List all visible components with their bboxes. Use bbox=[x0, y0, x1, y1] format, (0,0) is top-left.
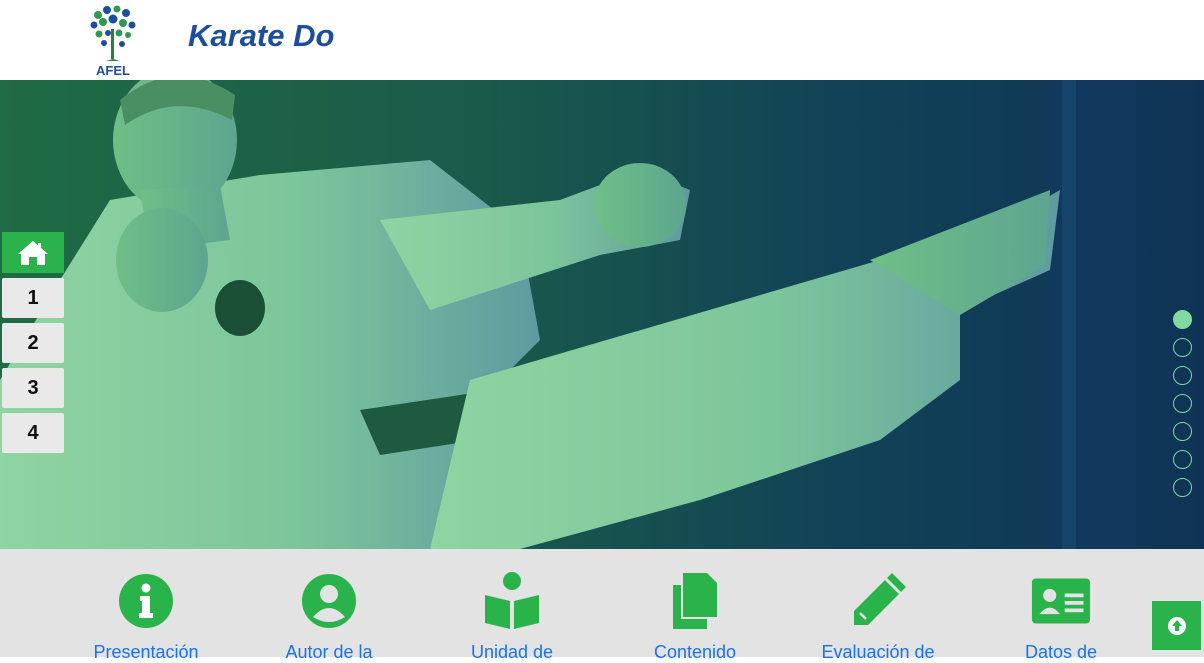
slider-dots bbox=[1173, 310, 1193, 506]
home-button[interactable] bbox=[2, 232, 64, 273]
menu-label: Evaluación de bbox=[821, 642, 935, 662]
menu-item-unidad[interactable]: Unidad de bbox=[422, 549, 602, 662]
karate-kick-image bbox=[0, 80, 1136, 549]
nav-item-4[interactable]: 4 bbox=[2, 413, 64, 453]
menu-item-contenido[interactable]: Contenido bbox=[605, 549, 785, 662]
section-menu: Presentación Autor de la Unidad de Conte… bbox=[0, 549, 1204, 662]
page-title: Karate Do bbox=[188, 18, 335, 53]
slider-dot[interactable] bbox=[1173, 478, 1192, 497]
menu-item-autor[interactable]: Autor de la bbox=[239, 549, 419, 662]
tree-logo-icon bbox=[90, 5, 136, 61]
info-circle-icon bbox=[119, 574, 173, 628]
slider-dot[interactable] bbox=[1173, 310, 1192, 329]
menu-label: Autor de la bbox=[285, 642, 373, 662]
menu-label: Contenido bbox=[653, 642, 737, 662]
slider-dot[interactable] bbox=[1173, 422, 1192, 441]
menu-item-evaluacion[interactable]: Evaluación de bbox=[788, 549, 968, 662]
hero-banner bbox=[0, 80, 1204, 549]
logo-text: AFEL bbox=[96, 63, 130, 78]
arrow-up-circle-icon bbox=[1167, 616, 1186, 635]
user-circle-icon bbox=[302, 574, 356, 628]
menu-item-presentacion[interactable]: Presentación bbox=[56, 549, 236, 662]
menu-label: Datos de bbox=[1024, 642, 1098, 662]
scroll-top-button[interactable] bbox=[1152, 601, 1201, 650]
slider-dot[interactable] bbox=[1173, 366, 1192, 385]
slider-dot[interactable] bbox=[1173, 450, 1192, 469]
menu-item-datos[interactable]: Datos de bbox=[971, 549, 1151, 662]
nav-item-1[interactable]: 1 bbox=[2, 278, 64, 318]
afel-logo[interactable]: AFEL bbox=[86, 3, 140, 79]
nav-item-3[interactable]: 3 bbox=[2, 368, 64, 408]
id-card-icon bbox=[1031, 578, 1091, 624]
copy-icon bbox=[673, 573, 717, 629]
home-icon bbox=[18, 240, 48, 265]
menu-label: Unidad de bbox=[470, 642, 554, 662]
nav-item-2[interactable]: 2 bbox=[2, 323, 64, 363]
site-header: AFEL Karate Do bbox=[0, 0, 1204, 80]
menu-label: Presentación bbox=[93, 642, 199, 662]
book-reader-icon bbox=[485, 572, 539, 629]
pencil-icon bbox=[854, 573, 906, 625]
side-navigation: 1 2 3 4 bbox=[2, 232, 64, 458]
slider-dot[interactable] bbox=[1173, 394, 1192, 413]
slider-dot[interactable] bbox=[1173, 338, 1192, 357]
